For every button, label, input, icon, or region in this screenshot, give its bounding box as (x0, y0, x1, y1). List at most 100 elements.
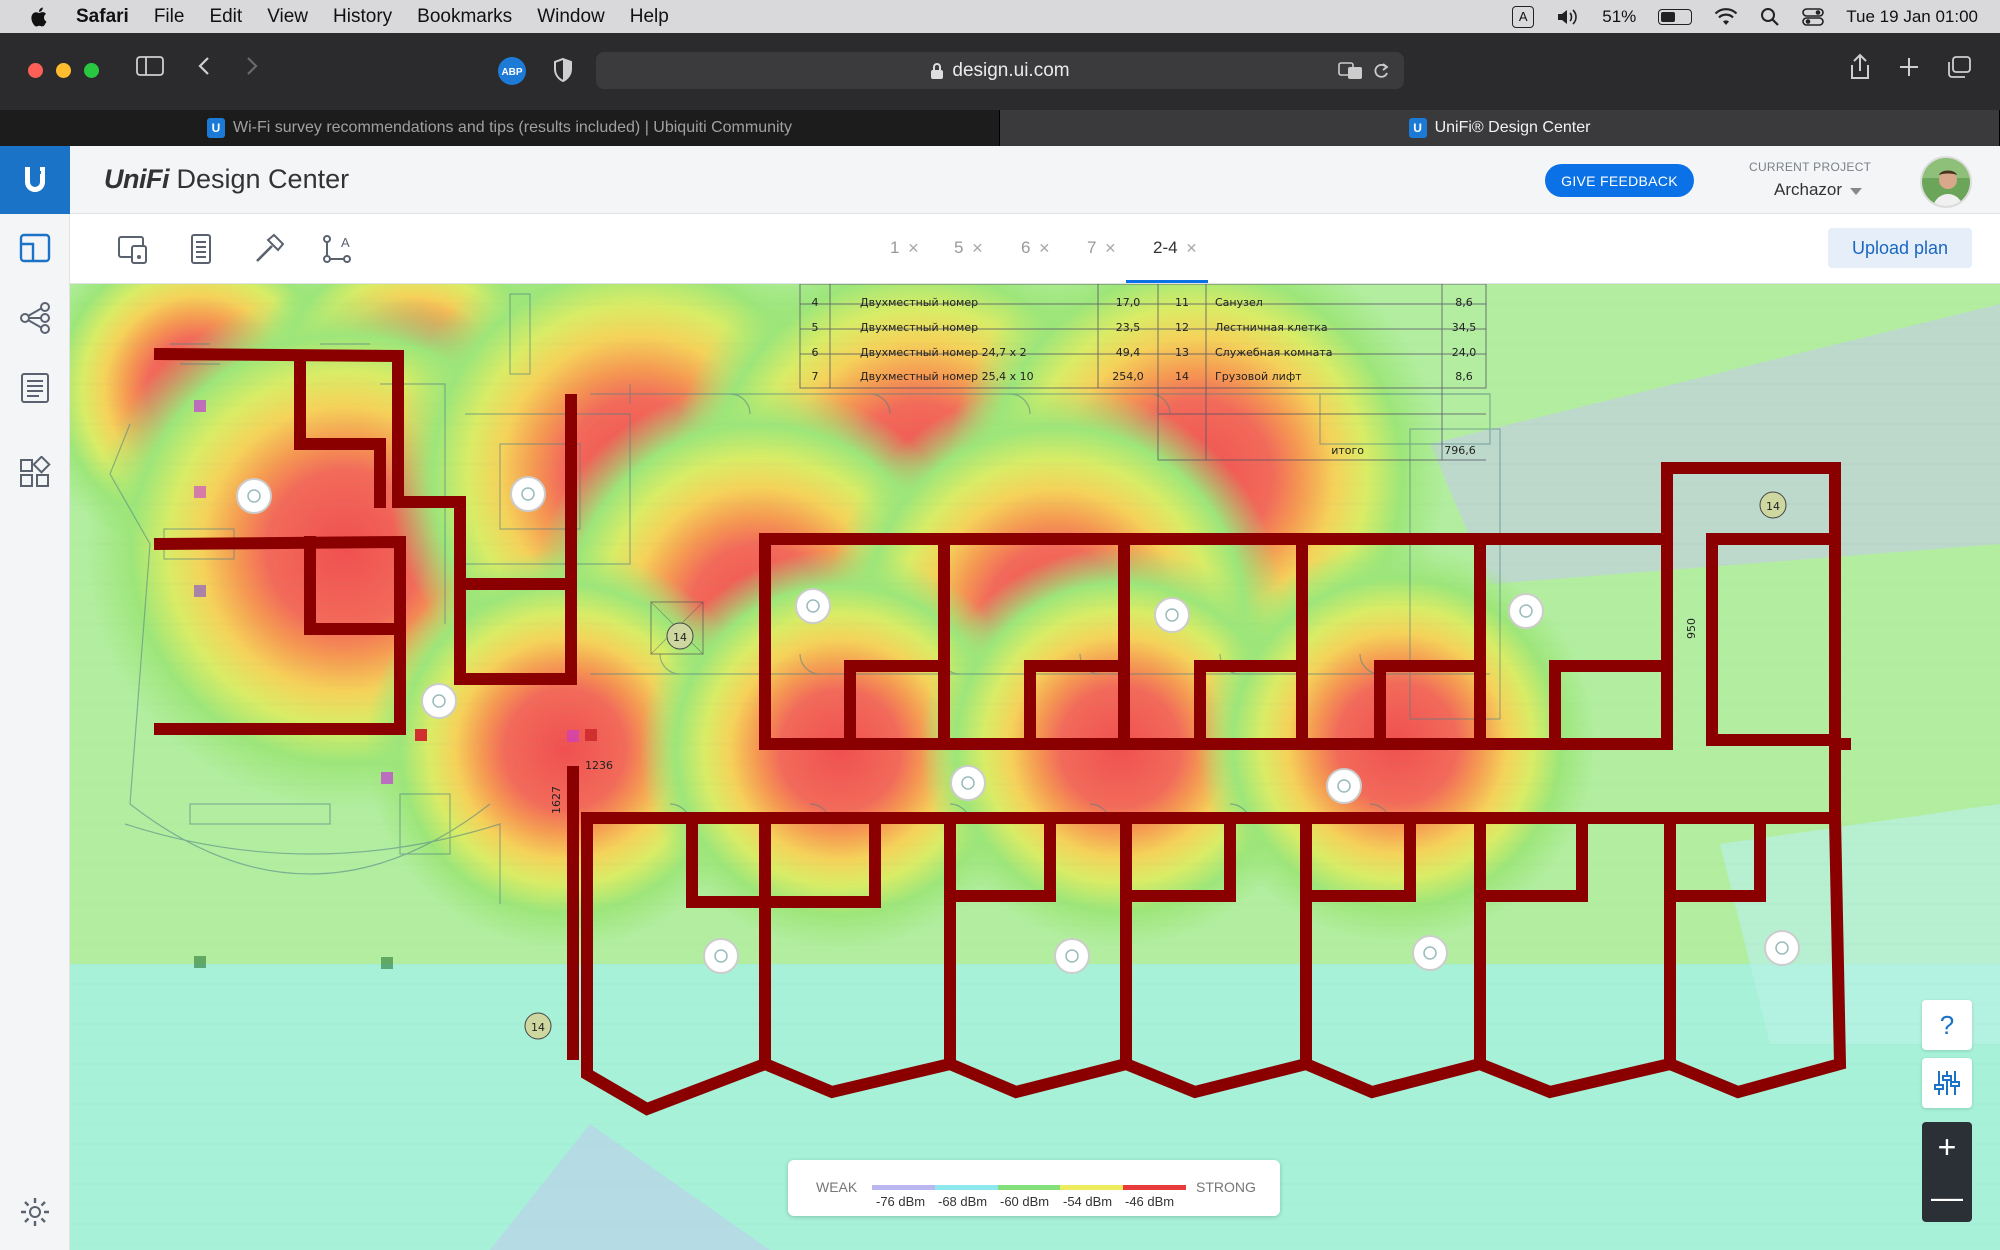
ubiquiti-logo-icon[interactable] (0, 146, 70, 214)
reload-icon[interactable] (1372, 61, 1390, 81)
products-icon[interactable] (17, 456, 53, 492)
input-source-indicator[interactable]: A (1512, 5, 1535, 28)
access-point-icon[interactable] (1326, 768, 1362, 804)
close-icon[interactable]: ✕ (1186, 240, 1198, 257)
table-cell: Двухместный номер (860, 296, 978, 309)
menu-window[interactable]: Window (537, 6, 605, 28)
active-floor-indicator (1126, 280, 1208, 283)
clock[interactable]: Tue 19 Jan 01:00 (1846, 7, 1978, 27)
new-tab-icon[interactable] (1898, 56, 1920, 78)
dimension-label: 1236 (585, 759, 613, 772)
access-point-icon[interactable] (236, 478, 272, 514)
close-icon[interactable]: ✕ (907, 240, 919, 257)
table-cell: Грузовой лифт (1215, 370, 1302, 383)
privacy-shield-icon[interactable] (552, 57, 574, 83)
help-button[interactable]: ? (1922, 1000, 1972, 1050)
chevron-down-icon[interactable] (1850, 188, 1862, 195)
floor-plan-icon[interactable] (17, 230, 53, 266)
hammer-icon[interactable] (252, 232, 286, 266)
close-icon[interactable]: ✕ (1104, 240, 1116, 257)
zoom-in-button[interactable]: + (1922, 1122, 1972, 1172)
tab-ubiquiti-community[interactable]: U Wi-Fi survey recommendations and tips … (0, 110, 1000, 146)
table-total-label: итого (1331, 444, 1364, 457)
access-point-icon[interactable] (421, 683, 457, 719)
legend-level-label: -60 dBm (1000, 1194, 1050, 1209)
access-point-icon[interactable] (703, 938, 739, 974)
share-icon[interactable] (1848, 53, 1872, 81)
zoom-window-button[interactable] (84, 63, 99, 78)
menu-view[interactable]: View (267, 6, 308, 28)
close-icon[interactable]: ✕ (1038, 240, 1050, 257)
floor-tab-7[interactable]: 7 ✕ (1087, 238, 1116, 258)
room-marker-label: 14 (531, 1021, 545, 1034)
spotlight-search-icon[interactable] (1760, 7, 1780, 27)
menu-history[interactable]: History (333, 6, 392, 28)
report-icon[interactable] (17, 370, 53, 406)
project-selector[interactable]: Archazor (1774, 180, 1842, 200)
access-point-icon[interactable] (1054, 938, 1090, 974)
minimize-window-button[interactable] (56, 63, 71, 78)
rack-icon[interactable] (184, 232, 218, 266)
table-cell: Двухместный номер 24,7 x 2 (860, 346, 1027, 359)
table-cell: Двухместный номер (860, 321, 978, 334)
heatmap-canvas[interactable]: 4 Двухместный номер 17,0 11 Санузел 8,6 … (70, 284, 2000, 1250)
tab-unifi-design-center[interactable]: U UniFi® Design Center (1000, 110, 2000, 146)
apple-icon[interactable] (30, 6, 50, 28)
wifi-icon[interactable] (1714, 7, 1738, 27)
access-point-icon[interactable] (1412, 935, 1448, 971)
floor-tab-5[interactable]: 5 ✕ (954, 238, 983, 258)
avatar[interactable] (1920, 156, 1972, 208)
table-cell: 8,6 (1455, 296, 1473, 309)
address-bar[interactable]: design.ui.com (596, 52, 1404, 89)
floor-tab-label: 2-4 (1153, 238, 1178, 257)
battery-icon[interactable] (1658, 8, 1693, 25)
table-cell: 4 (812, 296, 819, 309)
measure-icon[interactable]: A (320, 232, 354, 266)
floor-plan-heatmap[interactable]: 4 Двухместный номер 17,0 11 Санузел 8,6 … (70, 284, 2000, 1250)
user-photo-icon (1922, 158, 1970, 206)
menu-help[interactable]: Help (630, 6, 669, 28)
zoom-out-button[interactable]: — (1922, 1172, 1972, 1222)
give-feedback-button[interactable]: GIVE FEEDBACK (1545, 164, 1694, 197)
close-icon[interactable]: ✕ (971, 240, 983, 257)
access-point-icon[interactable] (950, 765, 986, 801)
access-point-icon[interactable] (795, 588, 831, 624)
floor-tab-6[interactable]: 6 ✕ (1021, 238, 1050, 258)
devices-icon[interactable] (116, 232, 150, 266)
table-cell: Служебная комната (1215, 346, 1332, 359)
menu-file[interactable]: File (154, 6, 185, 28)
gear-icon[interactable] (17, 1194, 53, 1230)
menu-edit[interactable]: Edit (209, 6, 242, 28)
control-center-icon[interactable] (1802, 7, 1825, 27)
floor-tab-1[interactable]: 1 ✕ (890, 238, 919, 258)
display-settings-button[interactable] (1922, 1058, 1972, 1108)
table-cell: 254,0 (1112, 370, 1144, 383)
legend-level-label: -54 dBm (1063, 1194, 1113, 1209)
translate-icon[interactable] (1338, 61, 1364, 81)
adblock-plus-icon[interactable]: ABP (497, 56, 527, 86)
volume-icon[interactable] (1556, 7, 1580, 27)
legend-level-label: -46 dBm (1125, 1194, 1175, 1209)
tab-overview-icon[interactable] (1946, 55, 1972, 79)
table-cell: 5 (812, 321, 819, 334)
table-cell: 17,0 (1116, 296, 1141, 309)
access-point-icon[interactable] (1508, 593, 1544, 629)
floor-tab-2-4[interactable]: 2-4 ✕ (1153, 238, 1197, 258)
brand-unifi: UniFi (104, 164, 170, 194)
sliders-icon (1934, 1071, 1960, 1095)
u-logo-icon (25, 167, 45, 192)
floor-tab-label: 7 (1087, 238, 1097, 257)
close-window-button[interactable] (28, 63, 43, 78)
legend-swatch (997, 1185, 1061, 1190)
menu-bookmarks[interactable]: Bookmarks (417, 6, 512, 28)
upload-plan-button[interactable]: Upload plan (1828, 228, 1972, 268)
access-point-icon[interactable] (1154, 597, 1190, 633)
table-cell: 11 (1175, 296, 1189, 309)
forward-icon[interactable] (244, 55, 260, 77)
access-point-icon[interactable] (1764, 930, 1800, 966)
menu-safari[interactable]: Safari (76, 6, 129, 28)
sidebar-toggle-icon[interactable] (136, 55, 164, 77)
access-point-icon[interactable] (510, 476, 546, 512)
back-icon[interactable] (196, 55, 212, 77)
topology-icon[interactable] (17, 300, 53, 336)
